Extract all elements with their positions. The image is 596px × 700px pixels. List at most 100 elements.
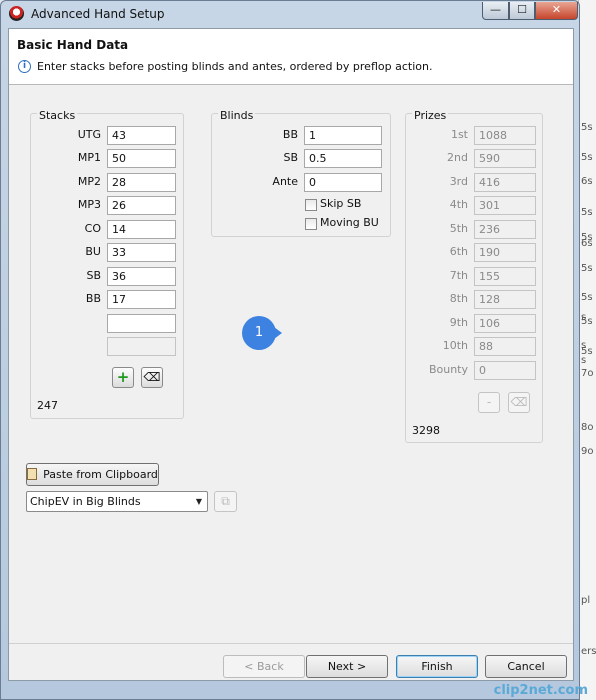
stack-input-mp2[interactable]: 28 xyxy=(107,173,176,192)
copy-model-button: ⧉ xyxy=(214,491,237,512)
prize-input-1st: 1088 xyxy=(474,126,536,145)
prize-input-8th: 128 xyxy=(474,290,536,309)
paste-from-clipboard-button[interactable]: Paste from Clipboard xyxy=(26,463,159,486)
cancel-button[interactable]: Cancel xyxy=(485,655,567,678)
stack-input-mp1[interactable]: 50 xyxy=(107,149,176,168)
dialog-window: Advanced Hand Setup — ☐ ✕ Basic Hand Dat… xyxy=(0,0,580,700)
prizes-group-title: Prizes xyxy=(412,109,449,122)
stack-label-utg: UTG xyxy=(77,128,101,141)
prizes-total: 3298 xyxy=(412,424,440,437)
clear-prizes-button: ⌫ xyxy=(508,392,530,413)
title-bar[interactable]: Advanced Hand Setup — ☐ ✕ xyxy=(1,1,579,27)
step-marker-badge: 1 xyxy=(242,316,282,350)
remove-prize-button: - xyxy=(478,392,500,413)
footer-separator xyxy=(9,643,573,644)
model-select-value: ChipEV in Big Blinds xyxy=(30,495,141,508)
background-text: 7o xyxy=(581,368,594,379)
skip-sb-checkbox[interactable] xyxy=(305,199,317,211)
prize-label-9th: 9th xyxy=(449,316,468,329)
stack-input-disabled xyxy=(107,337,176,356)
blinds-group: Blinds BB 1 SB 0.5 Ante 0 Skip SB Moving… xyxy=(211,109,391,237)
prize-input-10th: 88 xyxy=(474,337,536,356)
page-title: Basic Hand Data xyxy=(17,38,129,52)
stack-input-bb[interactable]: 17 xyxy=(107,290,176,309)
prize-label-7th: 7th xyxy=(449,269,468,282)
minus-icon: - xyxy=(486,395,492,409)
chevron-down-icon: ▼ xyxy=(195,497,203,506)
background-text: s xyxy=(581,355,587,366)
stack-input-new[interactable] xyxy=(107,314,176,333)
plus-icon: + xyxy=(116,368,130,386)
paste-button-label: Paste from Clipboard xyxy=(43,468,158,481)
model-select[interactable]: ChipEV in Big Blinds ▼ xyxy=(26,491,208,512)
prize-label-bounty: Bounty xyxy=(428,363,468,376)
stack-label-bu: BU xyxy=(85,245,101,258)
stacks-group: Stacks UTG 43 MP1 50 MP2 28 MP3 26 CO 14… xyxy=(30,109,184,419)
sb-input[interactable]: 0.5 xyxy=(304,149,382,168)
stack-input-co[interactable]: 14 xyxy=(107,220,176,239)
background-text: 5s xyxy=(581,316,593,327)
finish-button[interactable]: Finish xyxy=(396,655,478,678)
bb-input[interactable]: 1 xyxy=(304,126,382,145)
bb-label: BB xyxy=(282,128,298,141)
prize-input-2nd: 590 xyxy=(474,149,536,168)
stack-label-mp3: MP3 xyxy=(77,198,101,211)
watermark: clip2net.com xyxy=(493,683,588,698)
background-text: 5s xyxy=(581,207,593,218)
stack-label-mp1: MP1 xyxy=(77,151,101,164)
background-text: 5s xyxy=(581,263,593,274)
stack-label-co: CO xyxy=(84,222,101,235)
minimize-button[interactable]: — xyxy=(482,2,509,20)
prize-label-10th: 10th xyxy=(442,339,468,352)
stack-label-sb: SB xyxy=(86,269,101,282)
stack-input-bu[interactable]: 33 xyxy=(107,243,176,262)
moving-bu-label[interactable]: Moving BU xyxy=(320,216,379,229)
window-title: Advanced Hand Setup xyxy=(31,7,165,21)
clipboard-icon xyxy=(27,468,38,480)
moving-bu-checkbox[interactable] xyxy=(305,218,317,230)
copy-icon: ⧉ xyxy=(221,494,230,508)
background-text: 8o xyxy=(581,422,594,433)
prize-label-2nd: 2nd xyxy=(447,151,468,164)
stack-input-sb[interactable]: 36 xyxy=(107,267,176,286)
back-button: < Back xyxy=(223,655,305,678)
maximize-button[interactable]: ☐ xyxy=(509,2,535,20)
dialog-body: Basic Hand Data i Enter stacks before po… xyxy=(8,28,574,681)
prize-label-8th: 8th xyxy=(449,292,468,305)
background-text: ersi xyxy=(581,646,596,657)
prize-label-5th: 5th xyxy=(449,222,468,235)
background-text: 6s xyxy=(581,238,593,249)
close-button[interactable]: ✕ xyxy=(535,2,578,20)
app-logo-icon xyxy=(9,6,24,21)
prize-label-4th: 4th xyxy=(449,198,468,211)
prize-input-6th: 190 xyxy=(474,243,536,262)
ante-input[interactable]: 0 xyxy=(304,173,382,192)
ante-label: Ante xyxy=(272,175,298,188)
background-text: 6s xyxy=(581,176,593,187)
prize-input-bounty: 0 xyxy=(474,361,536,380)
background-text: 5s xyxy=(581,122,593,133)
wizard-header: Basic Hand Data i Enter stacks before po… xyxy=(9,29,573,85)
stacks-group-title: Stacks xyxy=(37,109,78,122)
info-message: Enter stacks before posting blinds and a… xyxy=(37,60,433,73)
stack-label-bb: BB xyxy=(85,292,101,305)
background-text: 5s xyxy=(581,152,593,163)
next-button[interactable]: Next > xyxy=(306,655,388,678)
background-app-strip: 5s 5s 6s 5s 5s 6s 5s 5s s 5s s 5s s 7o 8… xyxy=(578,0,596,700)
prize-input-9th: 106 xyxy=(474,314,536,333)
background-text: pl xyxy=(581,595,591,606)
background-text: 5s xyxy=(581,292,593,303)
info-icon: i xyxy=(18,60,31,73)
eraser-icon: ⌫ xyxy=(510,395,528,409)
prize-input-5th: 236 xyxy=(474,220,536,239)
prize-input-4th: 301 xyxy=(474,196,536,215)
prize-input-3rd: 416 xyxy=(474,173,536,192)
prize-input-7th: 155 xyxy=(474,267,536,286)
skip-sb-label[interactable]: Skip SB xyxy=(320,197,361,210)
clear-stacks-button[interactable]: ⌫ xyxy=(141,367,163,388)
add-player-button[interactable]: + xyxy=(112,367,134,388)
stack-input-mp3[interactable]: 26 xyxy=(107,196,176,215)
stack-label-mp2: MP2 xyxy=(77,175,101,188)
prize-label-3rd: 3rd xyxy=(449,175,468,188)
stack-input-utg[interactable]: 43 xyxy=(107,126,176,145)
